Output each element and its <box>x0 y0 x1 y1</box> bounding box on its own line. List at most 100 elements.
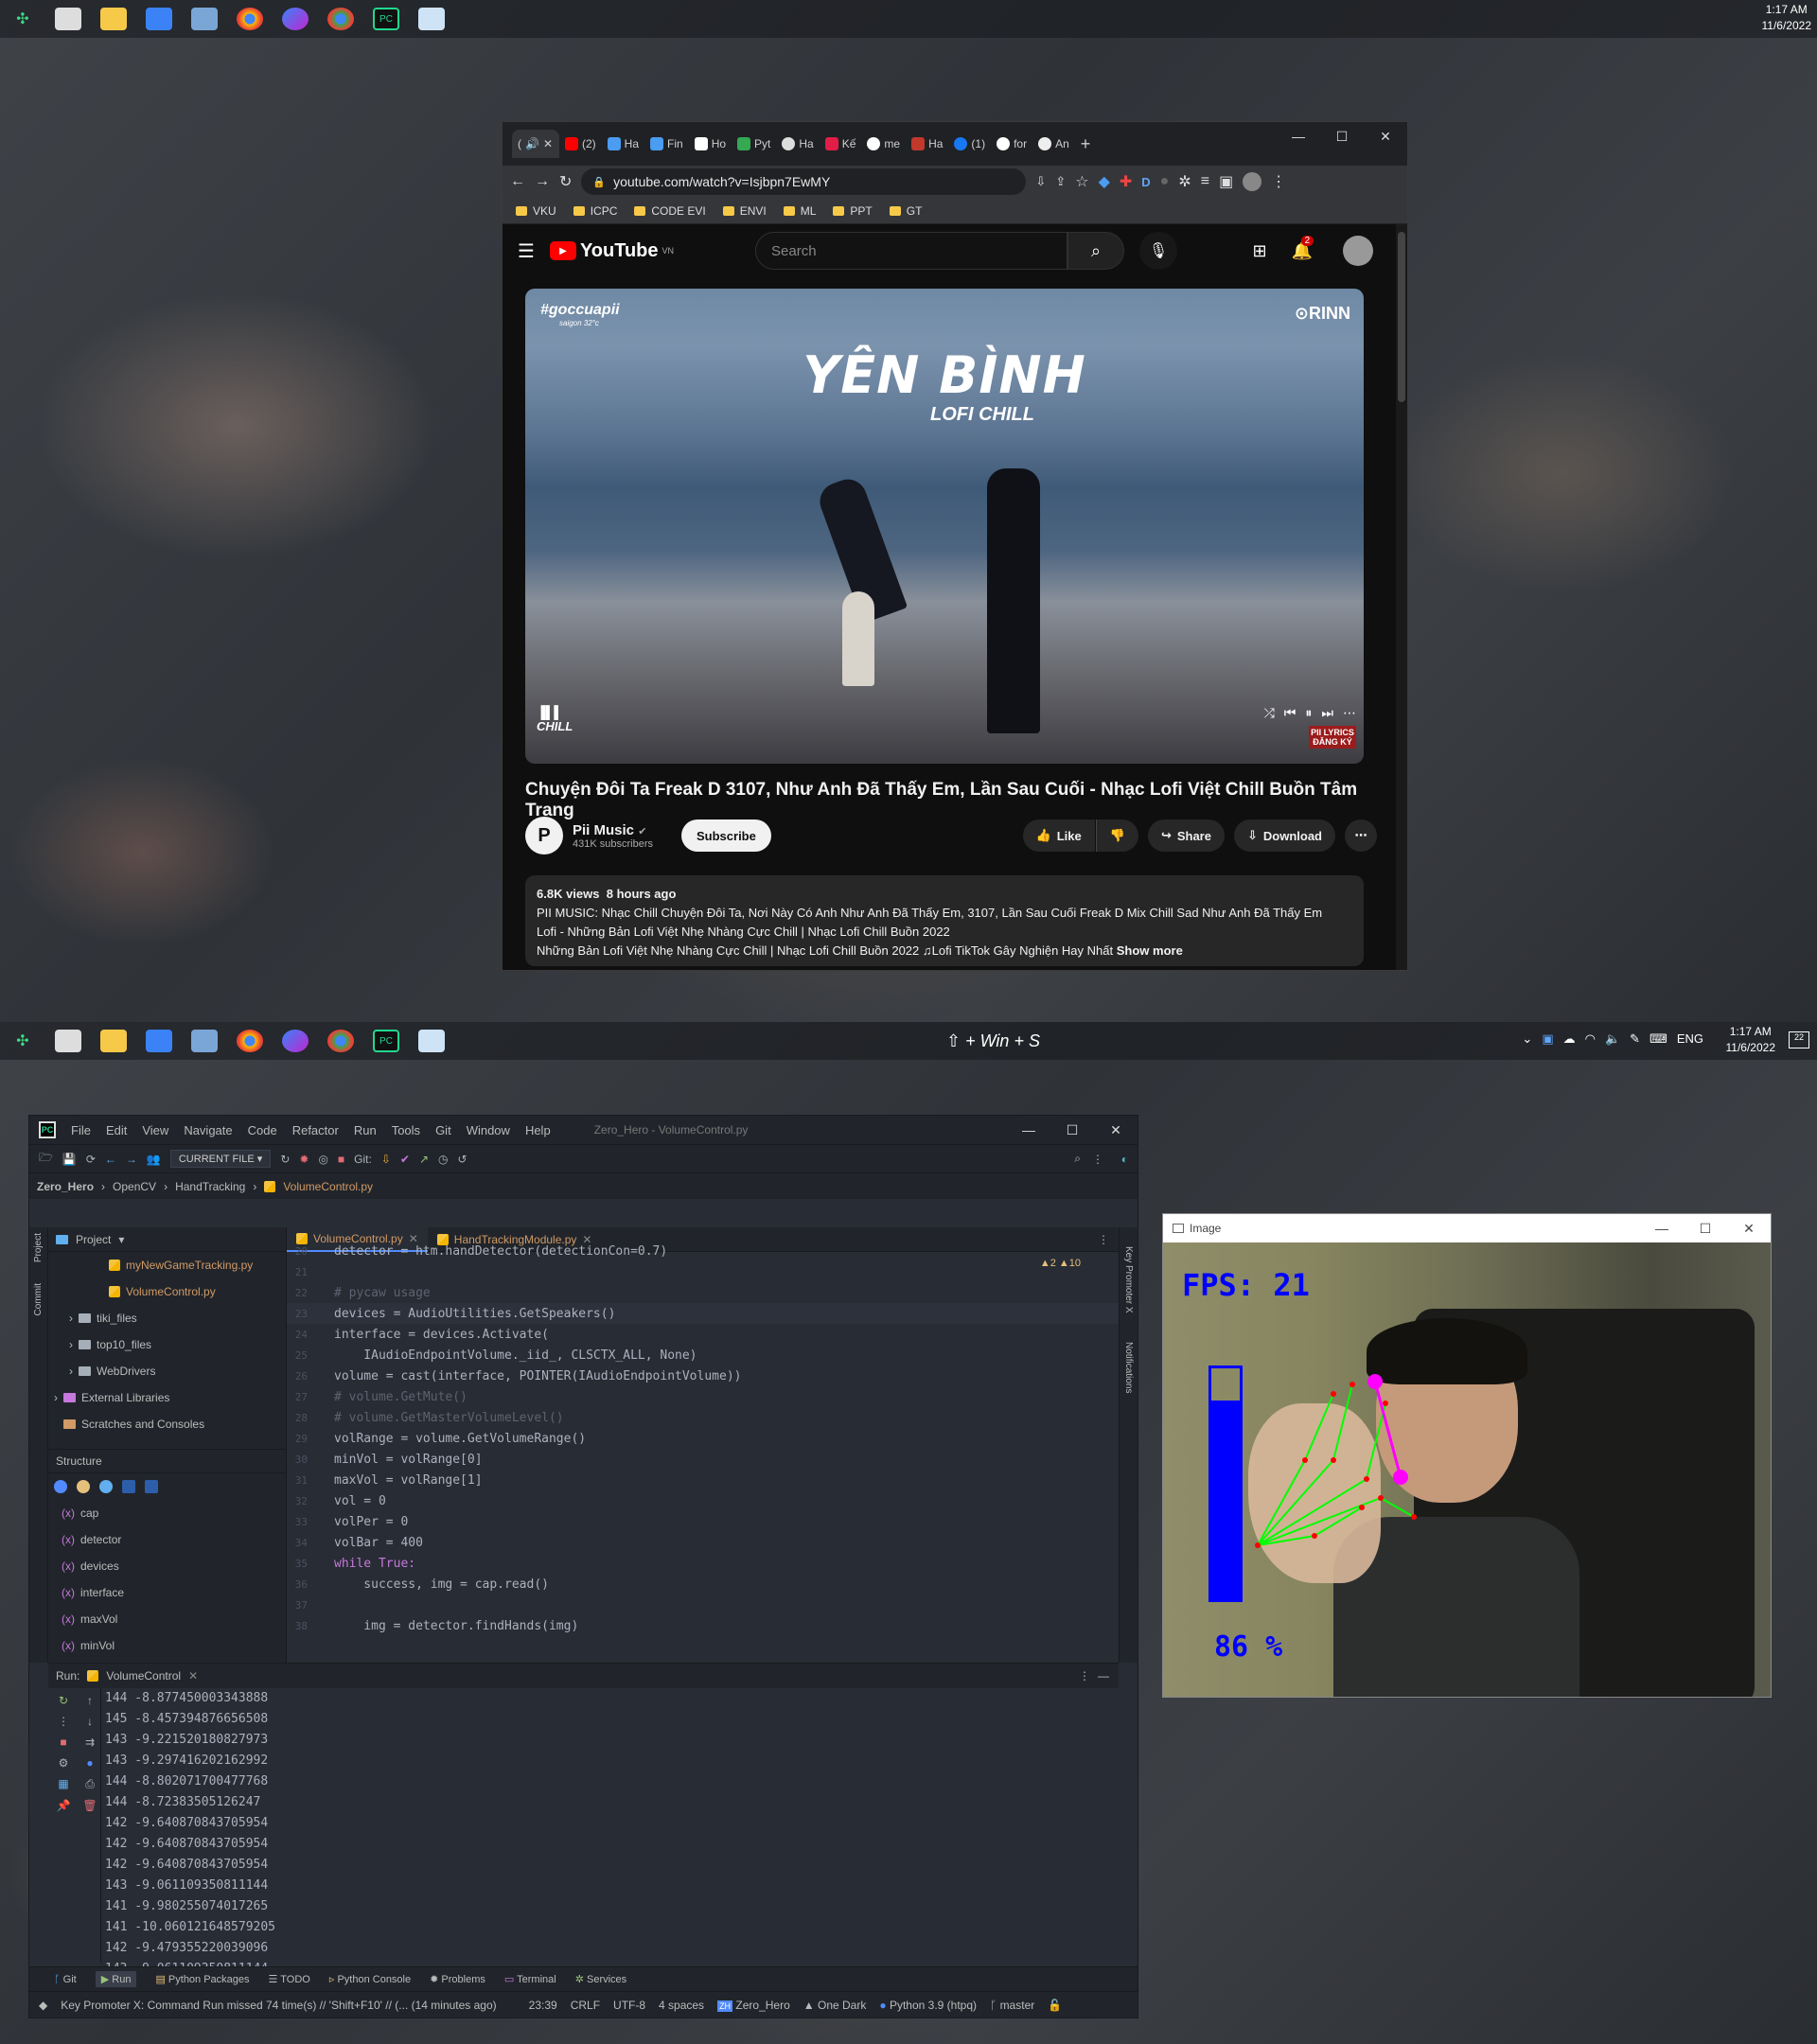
menu-refactor[interactable]: Refactor <box>292 1123 339 1137</box>
delete-icon[interactable]: 🗑 <box>77 1799 103 1812</box>
maximize-icon[interactable]: ☐ <box>1320 122 1364 150</box>
store-icon[interactable] <box>146 1030 172 1052</box>
structure-item[interactable]: (x) maxVol <box>48 1606 286 1632</box>
scroll-down-icon[interactable]: ↓ <box>77 1715 103 1728</box>
wifi-icon[interactable]: ◠ <box>1585 1031 1596 1047</box>
chrome-profile-icon[interactable] <box>327 1030 354 1052</box>
menu-tools[interactable]: Tools <box>392 1123 420 1137</box>
forward-icon[interactable]: → <box>126 1153 137 1166</box>
show-inherited-icon[interactable] <box>99 1480 113 1493</box>
tool-tab-git[interactable]: ᚴ Git <box>54 1974 77 1985</box>
extension-icon[interactable]: D <box>1141 175 1150 189</box>
code-editor[interactable]: VolumeControl.py ✕ HandTrackingModule.py ✕… <box>287 1226 1119 1663</box>
new-tab-button[interactable]: + <box>1075 130 1097 158</box>
clock-top[interactable]: 1:17 AM 11/6/2022 <box>1762 2 1812 34</box>
scroll-up-icon[interactable]: ↑ <box>77 1694 103 1707</box>
menu-code[interactable]: Code <box>248 1123 277 1137</box>
photos-icon[interactable] <box>191 1030 218 1052</box>
next-icon[interactable]: ⏭ <box>1321 705 1333 721</box>
notification-center-icon[interactable]: 22 <box>1789 1031 1809 1048</box>
bookmark[interactable]: GT <box>889 204 922 218</box>
volume-icon[interactable]: 🔈 <box>1605 1031 1620 1047</box>
sort-alpha-icon[interactable] <box>54 1480 67 1493</box>
file-explorer-icon[interactable] <box>100 8 127 30</box>
bookmark[interactable]: CODE EVI <box>634 204 706 218</box>
avatar[interactable] <box>1343 236 1373 266</box>
close-icon[interactable]: ✕ <box>1094 1116 1138 1144</box>
rerun-icon[interactable]: ↻ <box>280 1153 290 1166</box>
more-icon[interactable]: ⋯ <box>1343 705 1356 721</box>
code-line[interactable]: 23 devices = AudioUtilities.GetSpeakers() <box>287 1303 1119 1324</box>
print-icon[interactable]: ⎙ <box>77 1777 103 1791</box>
code-line[interactable]: 27 # volume.GetMute() <box>287 1386 1119 1407</box>
show-more-link[interactable]: Show more <box>1117 943 1183 958</box>
pin-icon[interactable]: 📌 <box>50 1799 77 1812</box>
more-icon[interactable]: ⋮ <box>1092 1153 1103 1166</box>
mic-button[interactable]: 🎙 <box>1139 232 1178 270</box>
menu-git[interactable]: Git <box>435 1123 451 1137</box>
settings-icon[interactable]: ⚙ <box>50 1756 77 1770</box>
media-icon[interactable]: ≡ <box>1201 173 1209 190</box>
photos-icon[interactable] <box>191 8 218 30</box>
code-line[interactable]: 31 maxVol = volRange[1] <box>287 1470 1119 1490</box>
plugin-icon[interactable]: ◐ <box>1121 1153 1128 1166</box>
breadcrumb-item[interactable]: Zero_Hero <box>37 1180 94 1193</box>
code-line[interactable]: 32 vol = 0 <box>287 1490 1119 1511</box>
search-everywhere-icon[interactable]: ⌕ <box>1074 1152 1081 1166</box>
minimize-icon[interactable]: — <box>1007 1116 1050 1144</box>
git-rollback-icon[interactable]: ↺ <box>458 1153 467 1166</box>
code-line[interactable]: 34 volBar = 400 <box>287 1532 1119 1553</box>
code-line[interactable]: 29 volRange = volume.GetVolumeRange() <box>287 1428 1119 1449</box>
puzzle-icon[interactable]: ✲ <box>1178 172 1191 191</box>
window-icon[interactable] <box>418 1030 445 1052</box>
show-fields-icon[interactable] <box>77 1480 90 1493</box>
dislike-button[interactable]: 👎 <box>1095 819 1138 852</box>
coverage-icon[interactable]: ◎ <box>318 1153 327 1166</box>
install-icon[interactable]: ⇩ <box>1035 174 1046 189</box>
tab[interactable]: Ha <box>602 130 644 158</box>
language-indicator[interactable]: ENG <box>1677 1031 1703 1047</box>
store-icon[interactable] <box>146 8 172 30</box>
tab[interactable]: Pyt <box>732 130 776 158</box>
collapse-icon[interactable] <box>145 1480 158 1493</box>
branch-status[interactable]: ᚴ master <box>990 1999 1034 2012</box>
code-line[interactable]: 30 minVol = volRange[0] <box>287 1449 1119 1470</box>
pycharm-icon[interactable]: PC <box>373 8 399 30</box>
shuffle-icon[interactable]: ⤮ <box>1264 705 1275 721</box>
tab[interactable]: Ha <box>906 130 948 158</box>
run-configuration-select[interactable]: CURRENT FILE ▾ <box>169 1150 272 1168</box>
bookmark[interactable]: VKU <box>516 204 556 218</box>
more-icon[interactable]: ⋮ <box>1079 1669 1090 1683</box>
like-button[interactable]: 👍 Like <box>1022 819 1095 852</box>
chevron-up-icon[interactable]: ⌄ <box>1522 1031 1532 1047</box>
lock-icon[interactable]: 🔓 <box>1048 1999 1062 2012</box>
tree-item[interactable]: myNewGameTracking.py <box>48 1252 286 1278</box>
code-line[interactable]: 22 # pycaw usage <box>287 1282 1119 1303</box>
task-view-icon[interactable] <box>55 8 81 30</box>
video-player[interactable]: #goccuapii saigon 32°c ⊙RINN YÊN BÌNH LOF… <box>525 289 1364 764</box>
close-icon[interactable]: ✕ <box>543 137 553 150</box>
onedrive-icon[interactable]: ☁ <box>1563 1031 1576 1047</box>
profile-avatar[interactable] <box>1243 172 1262 191</box>
start-icon[interactable]: ✣ <box>9 1030 36 1052</box>
user-icon[interactable]: 👥 <box>147 1153 161 1166</box>
stop-icon[interactable]: ■ <box>50 1736 77 1749</box>
bell-icon[interactable]: 🔔 2 <box>1292 235 1314 261</box>
channel-name[interactable]: Pii Music ✔ <box>573 822 653 838</box>
indent-setting[interactable]: 4 spaces <box>659 1999 704 2012</box>
inspection-warnings[interactable]: ▲2 ▲10 <box>1040 1258 1081 1269</box>
breadcrumb-item[interactable]: OpenCV <box>113 1180 156 1193</box>
minimize-icon[interactable]: — <box>1640 1214 1684 1242</box>
share-icon[interactable]: ⇪ <box>1055 174 1066 189</box>
pen-icon[interactable]: ✎ <box>1630 1031 1640 1047</box>
git-push-icon[interactable]: ↗ <box>419 1153 429 1166</box>
tab[interactable]: (1) <box>948 130 991 158</box>
star-icon[interactable]: ☆ <box>1075 172 1088 191</box>
tool-tab-problems[interactable]: ✹ Problems <box>430 1973 485 1985</box>
hamburger-icon[interactable]: ☰ <box>518 239 535 263</box>
window-icon[interactable] <box>418 8 445 30</box>
code-line[interactable]: 36 success, img = cap.read() <box>287 1574 1119 1595</box>
code-line[interactable]: 24 interface = devices.Activate( <box>287 1324 1119 1345</box>
tab[interactable]: Kế <box>820 130 862 158</box>
file-encoding[interactable]: UTF-8 <box>613 1999 645 2012</box>
